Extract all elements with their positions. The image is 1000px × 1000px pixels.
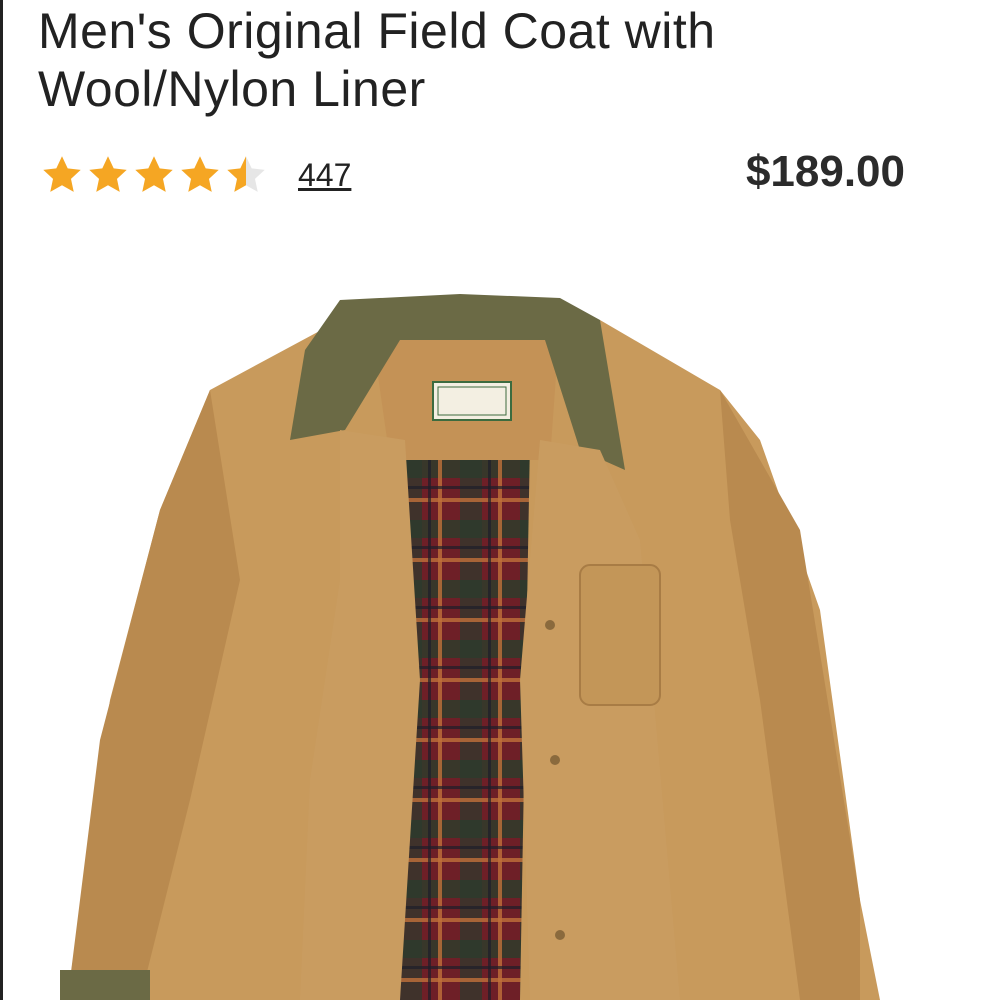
star-icon [135, 156, 173, 192]
review-count-link[interactable]: 447 [298, 157, 351, 194]
star-icon [43, 156, 81, 192]
jacket-photo[interactable] [40, 280, 920, 1000]
star-icon [89, 156, 127, 192]
star-rating [40, 153, 268, 197]
rating-row[interactable]: 447 [40, 150, 351, 200]
half-star-icon [227, 156, 265, 192]
product-title: Men's Original Field Coat with Wool/Nylo… [38, 3, 716, 117]
star-icon [181, 156, 219, 192]
product-price: $189.00 [745, 147, 905, 196]
